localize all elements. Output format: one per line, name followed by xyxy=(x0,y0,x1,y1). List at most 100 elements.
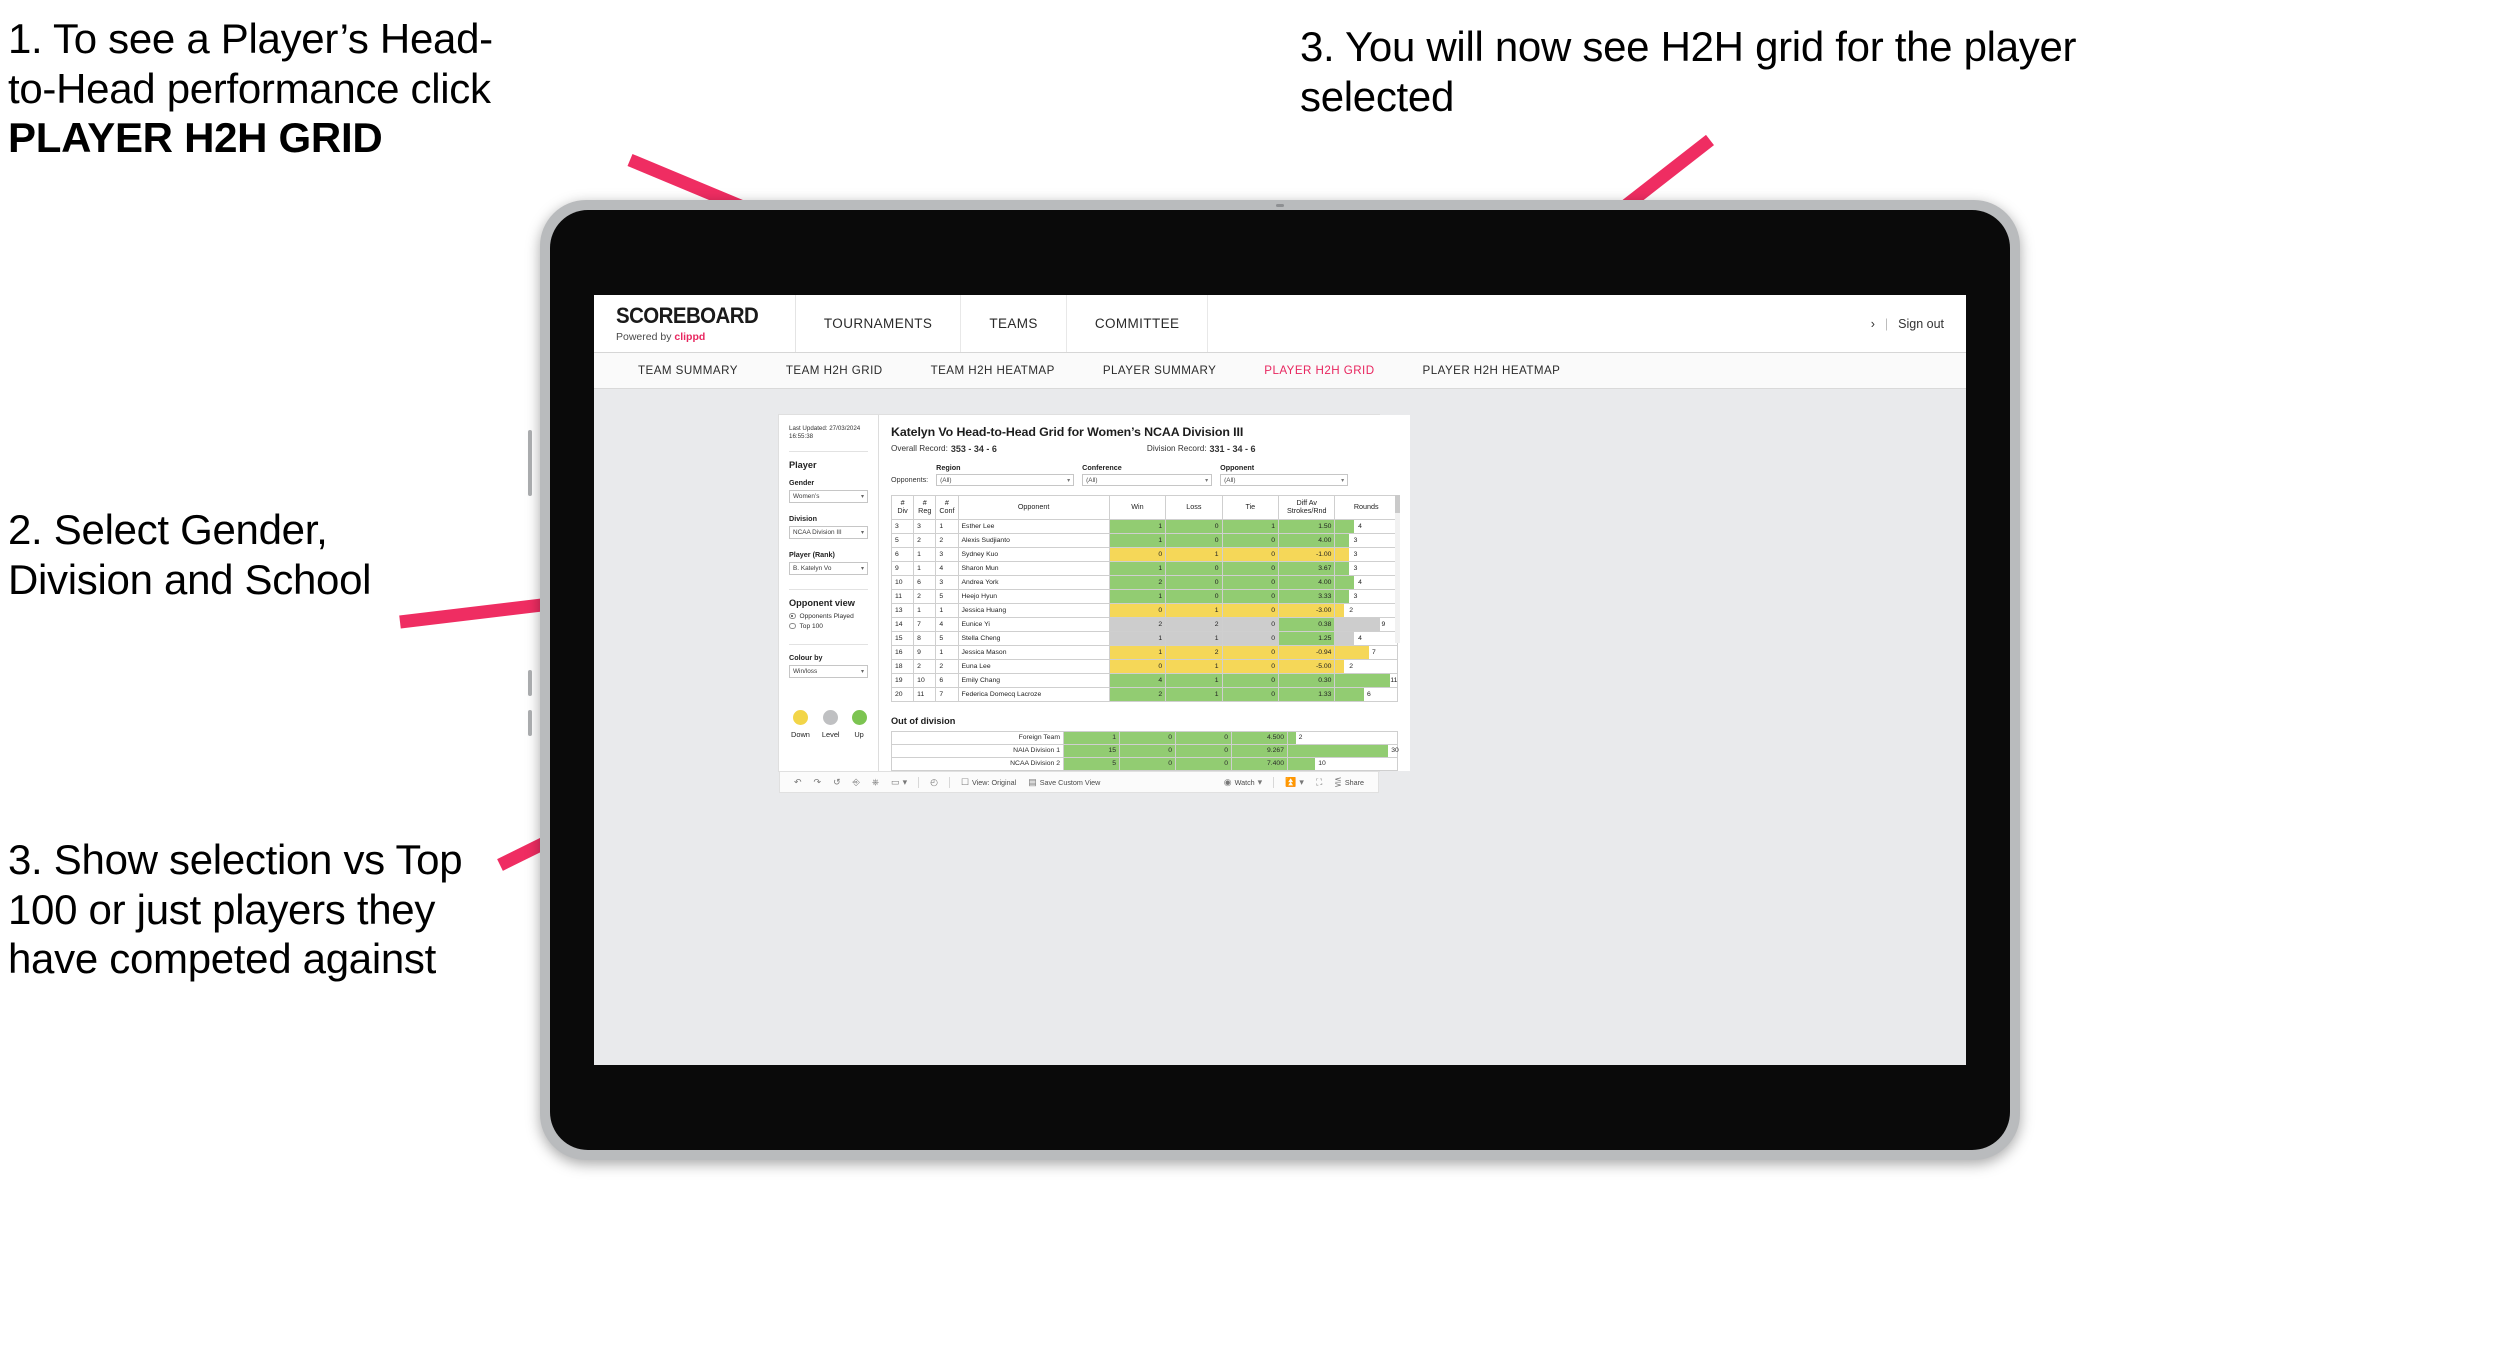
view-original-button[interactable]: ☐ View: Original xyxy=(955,777,1022,787)
volume-down-button[interactable] xyxy=(528,710,532,736)
view-original-label: View: Original xyxy=(972,777,1017,787)
fullscreen-button[interactable]: ⛶ xyxy=(1310,776,1328,787)
radio-top-100[interactable]: Top 100 xyxy=(789,623,868,630)
tab-team-summary[interactable]: TEAM SUMMARY xyxy=(614,364,762,377)
tab-player-summary[interactable]: PLAYER SUMMARY xyxy=(1079,364,1240,377)
ood-rounds-value: 30 xyxy=(1391,746,1399,754)
sub-navigation-bar: TEAM SUMMARY TEAM H2H GRID TEAM H2H HEAT… xyxy=(594,353,1966,389)
colour-by-select[interactable]: Win/loss ▾ xyxy=(789,664,868,678)
opponent-filter-select[interactable]: (All) ▾ xyxy=(1220,474,1349,486)
download-icon: ⏫ xyxy=(1285,776,1297,787)
cell-diff: -5.00 xyxy=(1278,658,1336,674)
out-of-division-row[interactable]: Foreign Team 1 0 0 4.500 2 xyxy=(891,730,1398,745)
cell-diff: 4.00 xyxy=(1278,532,1336,548)
col-reg: # Reg xyxy=(913,495,937,520)
cell-tie: 0 xyxy=(1221,560,1280,576)
division-record-value: 331 - 34 - 6 xyxy=(1209,444,1256,454)
topnav-item-committee[interactable]: COMMITTEE xyxy=(1067,295,1209,352)
table-row[interactable]: 19 10 6 Emily Chang 4 1 0 0.30 11 xyxy=(890,672,1398,688)
gender-select[interactable]: Women’s ▾ xyxy=(789,489,868,503)
chevron-down-icon: ▾ xyxy=(1299,776,1304,787)
scrollbar-thumb[interactable] xyxy=(1395,495,1400,513)
cell-conf: 3 xyxy=(935,546,959,562)
table-row[interactable]: 11 2 5 Heejo Hyun 1 0 0 3.33 3 xyxy=(890,588,1398,604)
table-row[interactable]: 9 1 4 Sharon Mun 1 0 0 3.67 3 xyxy=(890,560,1398,576)
cell-rounds-bar: 4 xyxy=(1334,630,1398,646)
topnav-item-tournaments[interactable]: TOURNAMENTS xyxy=(796,295,962,352)
conference-filter-select[interactable]: (All) ▾ xyxy=(1082,474,1213,486)
tab-player-h2h-grid[interactable]: PLAYER H2H GRID xyxy=(1240,364,1398,377)
refresh-button[interactable]: ⎆ xyxy=(847,777,866,787)
ood-cell-win: 1 xyxy=(1063,730,1120,745)
rounds-bar-fill xyxy=(1335,519,1354,533)
table-row[interactable]: 16 9 1 Jessica Mason 1 2 0 -0.94 7 xyxy=(890,644,1398,660)
watch-button[interactable]: ◉ Watch ▾ xyxy=(1218,777,1269,787)
table-row[interactable]: 3 3 1 Esther Lee 1 0 1 1.50 4 xyxy=(890,518,1398,534)
rounds-value: 4 xyxy=(1358,578,1362,586)
undo-button[interactable]: ↶ xyxy=(788,777,808,787)
table-row[interactable]: 5 2 2 Alexis Sudjianto 1 0 0 4.00 3 xyxy=(890,532,1398,548)
volume-up-button[interactable] xyxy=(528,670,532,696)
region-filter-caption: Region xyxy=(936,463,961,472)
cell-rounds-bar: 3 xyxy=(1334,546,1398,562)
cell-conf: 7 xyxy=(935,686,959,702)
table-row[interactable]: 10 6 3 Andrea York 2 0 0 4.00 4 xyxy=(890,574,1398,590)
redo-button[interactable]: ↷ xyxy=(808,777,828,787)
cell-tie: 0 xyxy=(1221,574,1280,590)
tab-team-h2h-grid[interactable]: TEAM H2H GRID xyxy=(762,364,907,377)
table-row[interactable]: 18 2 2 Euna Lee 0 1 0 -5.00 2 xyxy=(890,658,1398,674)
divider xyxy=(789,643,868,645)
power-button[interactable] xyxy=(528,430,532,496)
radio-opponents-played[interactable]: Opponents Played xyxy=(789,613,868,620)
cell-win: 1 xyxy=(1108,588,1167,604)
player-rank-select[interactable]: B. Katelyn Vo ▾ xyxy=(789,561,868,575)
cell-rounds-bar: 7 xyxy=(1334,644,1398,660)
cell-conf: 1 xyxy=(935,644,959,660)
cell-opponent: Sharon Mun xyxy=(957,560,1110,576)
shape-button[interactable]: ▭ ▾ xyxy=(885,777,913,787)
out-of-division-row[interactable]: NCAA Division 2 5 0 0 7.400 10 xyxy=(891,756,1398,771)
account-chevron-icon[interactable]: › xyxy=(1871,317,1875,331)
rounds-bar-fill xyxy=(1335,561,1349,575)
tab-player-h2h-heatmap[interactable]: PLAYER H2H HEATMAP xyxy=(1399,364,1585,377)
ood-cell-diff: 7.400 xyxy=(1231,756,1288,771)
region-filter-select[interactable]: (All) ▾ xyxy=(936,474,1075,486)
table-row[interactable]: 6 1 3 Sydney Kuo 0 1 0 -1.00 3 xyxy=(890,546,1398,562)
out-of-division-table-body: Foreign Team 1 0 0 4.500 2 NAIA Division 1 15 0 0… xyxy=(891,730,1399,771)
rounds-value: 7 xyxy=(1372,648,1376,656)
dashboard-canvas: Last Updated: 27/03/2024 16:55:38 Player… xyxy=(594,389,1966,1065)
out-of-division-row[interactable]: NAIA Division 1 15 0 0 9.267 30 xyxy=(891,743,1399,758)
ood-cell-name: Foreign Team xyxy=(891,730,1064,745)
cell-win: 2 xyxy=(1108,574,1167,590)
tab-team-h2h-heatmap[interactable]: TEAM H2H HEATMAP xyxy=(907,364,1079,377)
sign-out-link[interactable]: Sign out xyxy=(1898,317,1944,331)
brand-logo[interactable]: SCOREBOARD Powered by clippd xyxy=(594,295,796,352)
division-select[interactable]: NCAA Division III ▾ xyxy=(789,525,868,539)
save-custom-view-button[interactable]: ▤ Save Custom View xyxy=(1022,777,1106,787)
cell-win: 2 xyxy=(1108,616,1167,632)
table-row[interactable]: 15 8 5 Stella Cheng 1 1 0 1.25 4 xyxy=(890,630,1398,646)
rounds-value: 3 xyxy=(1353,536,1358,544)
share-button[interactable]: ⋚ Share xyxy=(1328,777,1370,787)
download-button[interactable]: ⏫ ▾ xyxy=(1279,776,1310,787)
legend-label-down: Down xyxy=(791,729,810,739)
h2h-table-body: 3 3 1 Esther Lee 1 0 1 1.50 4 5 2 2 Alexis Sudjianto… xyxy=(890,518,1398,702)
cell-div: 5 xyxy=(890,532,915,548)
cell-opponent: Heejo Hyun xyxy=(957,588,1110,604)
topnav-item-teams[interactable]: TEAMS xyxy=(961,295,1067,352)
rounds-value: 2 xyxy=(1349,662,1353,670)
table-row[interactable]: 20 11 7 Federica Domecq Lacroze 2 1 0 1.33 6 xyxy=(890,686,1398,702)
cell-opponent: Sydney Kuo xyxy=(957,546,1110,562)
cell-conf: 5 xyxy=(935,630,959,646)
rounds-bar-fill xyxy=(1335,547,1349,561)
table-row[interactable]: 14 7 4 Eunice Yi 2 2 0 0.38 9 xyxy=(890,616,1398,632)
table-row[interactable]: 13 1 1 Jessica Huang 0 1 0 -3.00 2 xyxy=(890,602,1398,618)
cell-win: 1 xyxy=(1108,630,1167,646)
zoom-button[interactable]: ◴ xyxy=(924,777,944,787)
cell-reg: 6 xyxy=(913,574,937,590)
fullscreen-icon: ⛶ xyxy=(1315,776,1323,787)
table-vertical-scrollbar[interactable] xyxy=(1395,495,1400,643)
cell-diff: 3.33 xyxy=(1278,588,1336,604)
pause-button[interactable]: ⎈ xyxy=(866,777,885,787)
revert-button[interactable]: ↺ xyxy=(827,777,847,787)
